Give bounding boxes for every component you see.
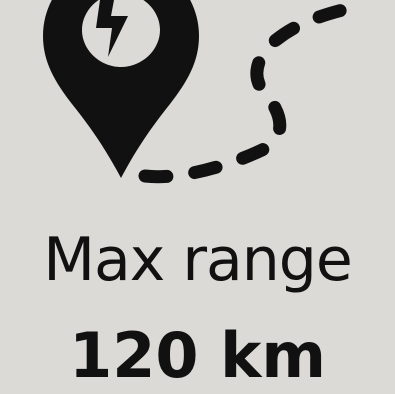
range-graphic bbox=[43, 0, 362, 184]
metric-value: 120 km bbox=[69, 319, 326, 392]
metric-title: Max range bbox=[43, 225, 353, 295]
lightning-bolt-icon bbox=[96, 0, 128, 57]
